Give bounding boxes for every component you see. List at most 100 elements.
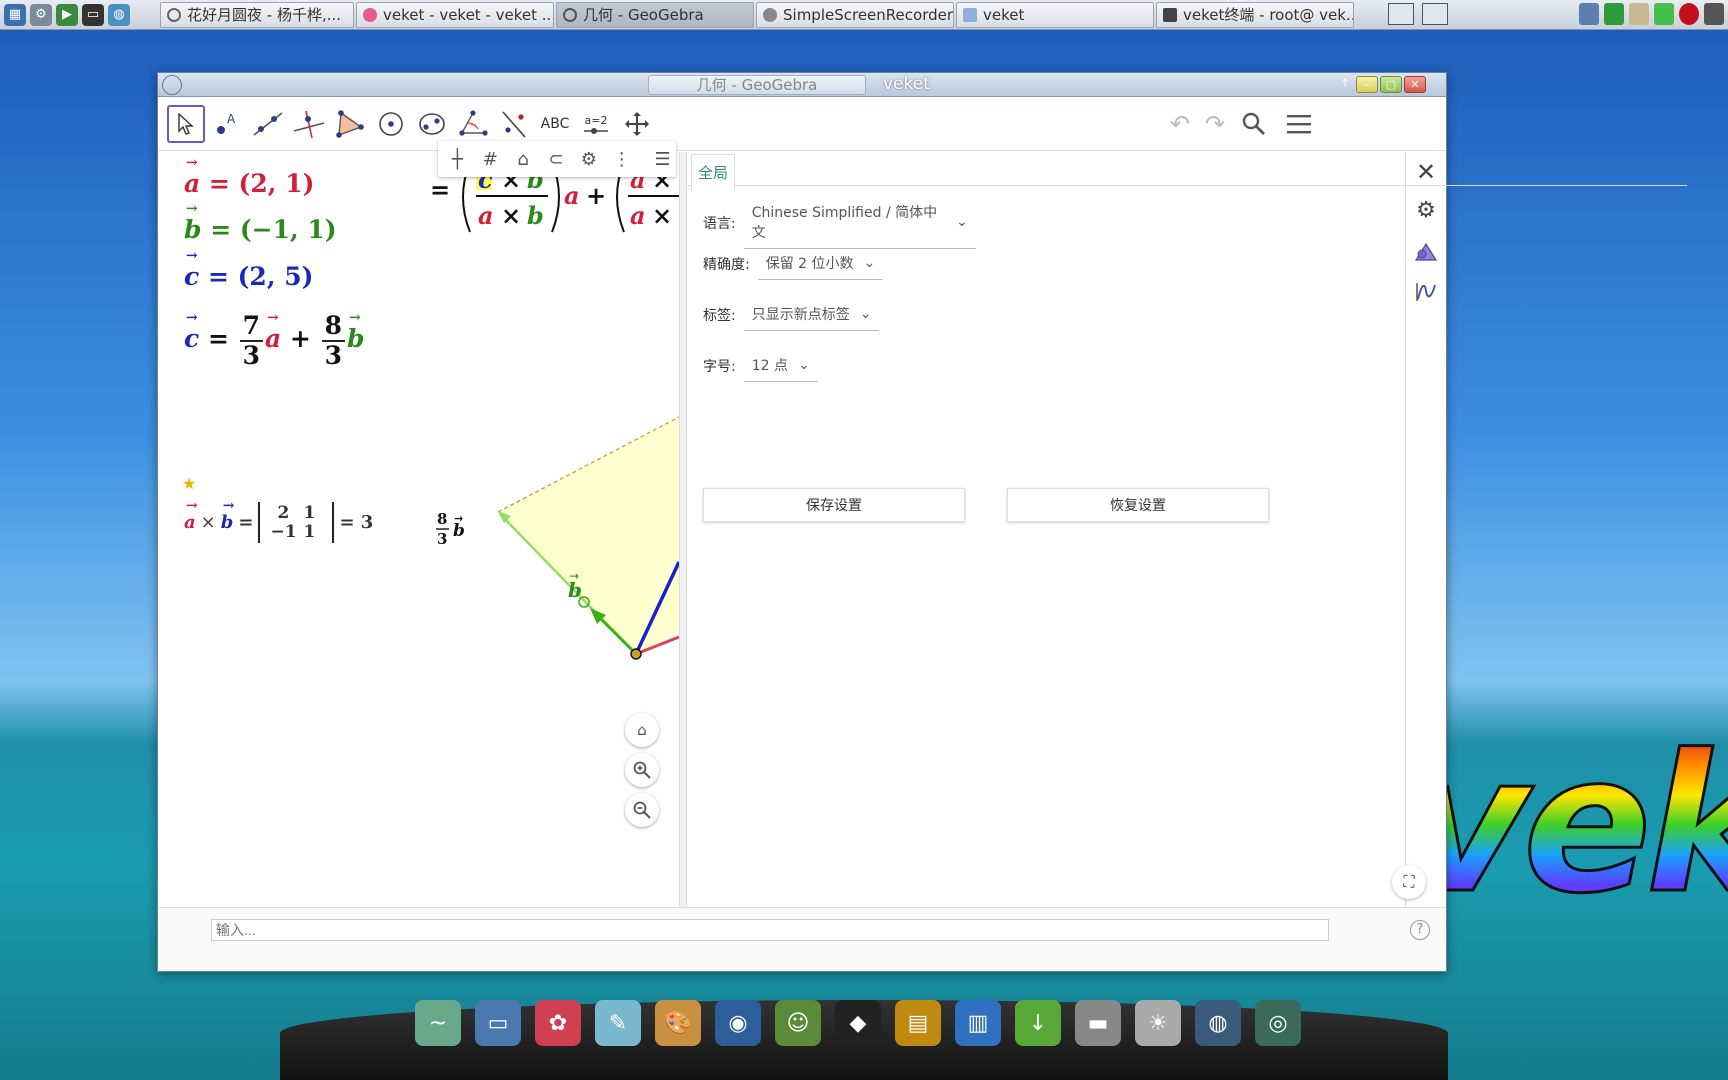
precision-select[interactable]: 保留 2 位小数 ⌄ (757, 247, 884, 280)
play-icon[interactable]: ▶ (56, 3, 78, 26)
app-menu-icon[interactable] (162, 75, 182, 95)
brightness-icon[interactable]: ☀ (1135, 1000, 1181, 1046)
window-shade-icon[interactable]: ↑ (1334, 76, 1356, 93)
algebra-item-linear-combination[interactable]: c = 73a + 83b (184, 310, 364, 369)
drive-icon[interactable]: ▬ (1075, 1000, 1121, 1046)
angle-tool[interactable] (454, 105, 492, 143)
network-globe-icon[interactable]: ◍ (1195, 1000, 1241, 1046)
wallpaper-brand-text: veket (1405, 728, 1728, 921)
window-titlebar[interactable]: 几何 - GeoGebra veket ↑ – ▢ ✕ (158, 73, 1446, 97)
terminal-launcher-icon[interactable]: ▭ (82, 3, 104, 26)
home-button[interactable]: ⌂ (625, 713, 659, 747)
task-geogebra[interactable]: 几何 - GeoGebra (556, 1, 754, 28)
media-player-icon[interactable]: ◉ (715, 1000, 761, 1046)
record-icon[interactable] (1679, 3, 1699, 25)
grid-toggle-icon[interactable]: # (477, 145, 504, 173)
wallpaper-app-icon[interactable]: ~ (415, 1000, 461, 1046)
axes-toggle-icon[interactable]: ┼ (444, 145, 471, 173)
system-monitor-icon[interactable]: ▦ (4, 3, 26, 26)
address-book-icon[interactable]: ▤ (895, 1000, 941, 1046)
task-file-manager[interactable]: veket (956, 1, 1154, 28)
chart-app-icon[interactable]: ▥ (955, 1000, 1001, 1046)
network-icon[interactable] (1579, 3, 1599, 25)
workspace-1[interactable] (1388, 3, 1414, 25)
minimize-button[interactable]: – (1356, 76, 1378, 93)
view-splitter[interactable] (679, 152, 687, 907)
task-browser[interactable]: veket - veket - veket ... (356, 1, 554, 28)
task-screen-recorder[interactable]: SimpleScreenRecorder (756, 1, 954, 28)
move-graphics-view-tool[interactable] (618, 105, 656, 143)
users-icon[interactable]: ☺ (775, 1000, 821, 1046)
battery-icon[interactable] (1654, 3, 1674, 25)
standard-view-home-icon[interactable]: ⌂ (510, 145, 537, 173)
clipboard-icon[interactable] (1629, 3, 1649, 25)
save-settings-button[interactable]: 保存设置 (703, 488, 965, 522)
penguin-icon[interactable]: ◆ (835, 1000, 881, 1046)
zoom-out-button[interactable] (625, 793, 659, 827)
paint-palette-icon[interactable]: 🎨 (655, 1000, 701, 1046)
restore-settings-button[interactable]: 恢复设置 (1007, 488, 1269, 522)
task-music-player[interactable]: 花好月圆夜 - 杨千桦,... (160, 1, 354, 28)
graphics-view-settings-icon[interactable] (1412, 278, 1440, 306)
algebra-item-vector-a[interactable]: a = (2, 1) (184, 155, 314, 198)
quick-launch: ▦ ⚙ ▶ ▭ ◍ (0, 3, 160, 26)
zoom-in-button[interactable] (625, 753, 659, 787)
undo-button[interactable]: ↶ (1163, 107, 1197, 141)
settings-side-bar: ✕ ⚙ (1405, 152, 1446, 907)
editor-icon[interactable]: ✎ (595, 1000, 641, 1046)
settings-launcher-icon[interactable]: ⚙ (30, 3, 52, 26)
fullscreen-button[interactable]: ⛶ (1392, 865, 1426, 899)
slider-icon (584, 127, 608, 134)
labeling-select[interactable]: 只显示新点标签 ⌄ (743, 298, 880, 331)
language-select[interactable]: Chinese Simplified / 简体中文 ⌄ (743, 196, 976, 249)
slider-tool[interactable]: a=2 (577, 105, 615, 143)
command-input[interactable] (211, 919, 1329, 941)
favorite-star-icon[interactable]: ★ (182, 474, 196, 493)
install-app-icon[interactable]: ↓ (1015, 1000, 1061, 1046)
main-menu-button[interactable] (1282, 107, 1316, 141)
more-options-icon[interactable]: ⋮ (608, 145, 635, 173)
polygon-tool[interactable] (331, 105, 369, 143)
shield-icon[interactable] (1604, 3, 1624, 25)
desktop-wallpaper-logo: veket (1405, 700, 1728, 1000)
task-terminal[interactable]: veket终端 - root@ vek... (1156, 1, 1354, 28)
workspace-2[interactable] (1422, 3, 1448, 25)
object-settings-icon[interactable] (1412, 238, 1440, 266)
search-button[interactable] (1237, 107, 1271, 141)
algebra-item-vector-c[interactable]: c = (2, 5) (184, 248, 313, 291)
point-capturing-icon[interactable]: ⊂ (543, 145, 570, 173)
algebra-item-vector-b[interactable]: b = (−1, 1) (184, 201, 337, 244)
maximize-button[interactable]: ▢ (1380, 76, 1402, 93)
precision-setting: 精确度: 保留 2 位小数 ⌄ (703, 247, 884, 280)
close-settings-icon[interactable]: ✕ (1412, 158, 1440, 186)
toggle-style-bar-icon[interactable]: ☰ (649, 145, 676, 173)
hedgehog-app-icon[interactable]: ✿ (535, 1000, 581, 1046)
perpendicular-line-tool[interactable] (290, 105, 328, 143)
window-close-button[interactable]: ✕ (1404, 76, 1426, 93)
global-settings-gear-icon[interactable]: ⚙ (1412, 196, 1440, 224)
labeling-setting: 标签: 只显示新点标签 ⌄ (703, 298, 880, 331)
ellipse-tool[interactable] (413, 105, 451, 143)
move-view-icon (625, 112, 649, 136)
camera-icon[interactable]: ◎ (1255, 1000, 1301, 1046)
svg-text:×: × (652, 201, 672, 230)
keyboard-icon[interactable] (1704, 3, 1724, 25)
redo-button[interactable]: ↷ (1198, 107, 1232, 141)
text-tool[interactable]: ABC (536, 105, 574, 143)
algebra-item-cross-product[interactable]: a×b= 21 −11 = 3 (184, 498, 373, 544)
move-tool[interactable] (167, 105, 205, 143)
point-tool[interactable]: A (208, 105, 246, 143)
reflect-tool[interactable] (495, 105, 533, 143)
globe-icon[interactable]: ◍ (108, 3, 130, 26)
font-size-select[interactable]: 12 点 ⌄ (743, 349, 818, 382)
tab-global[interactable]: 全局 (691, 154, 736, 192)
algebra-view[interactable]: a = (2, 1) b = (−1, 1) c = (2, 5) c = 73… (158, 152, 428, 907)
graphics-settings-gear-icon[interactable]: ⚙ (575, 145, 602, 173)
terminal-icon (1163, 7, 1177, 22)
circle-tool[interactable] (372, 105, 410, 143)
window-tab-title[interactable]: 几何 - GeoGebra (648, 75, 866, 95)
svg-text:→: → (454, 512, 463, 525)
line-tool[interactable] (249, 105, 287, 143)
computer-icon[interactable]: ▭ (475, 1000, 521, 1046)
input-help-icon[interactable]: ? (1410, 920, 1430, 940)
